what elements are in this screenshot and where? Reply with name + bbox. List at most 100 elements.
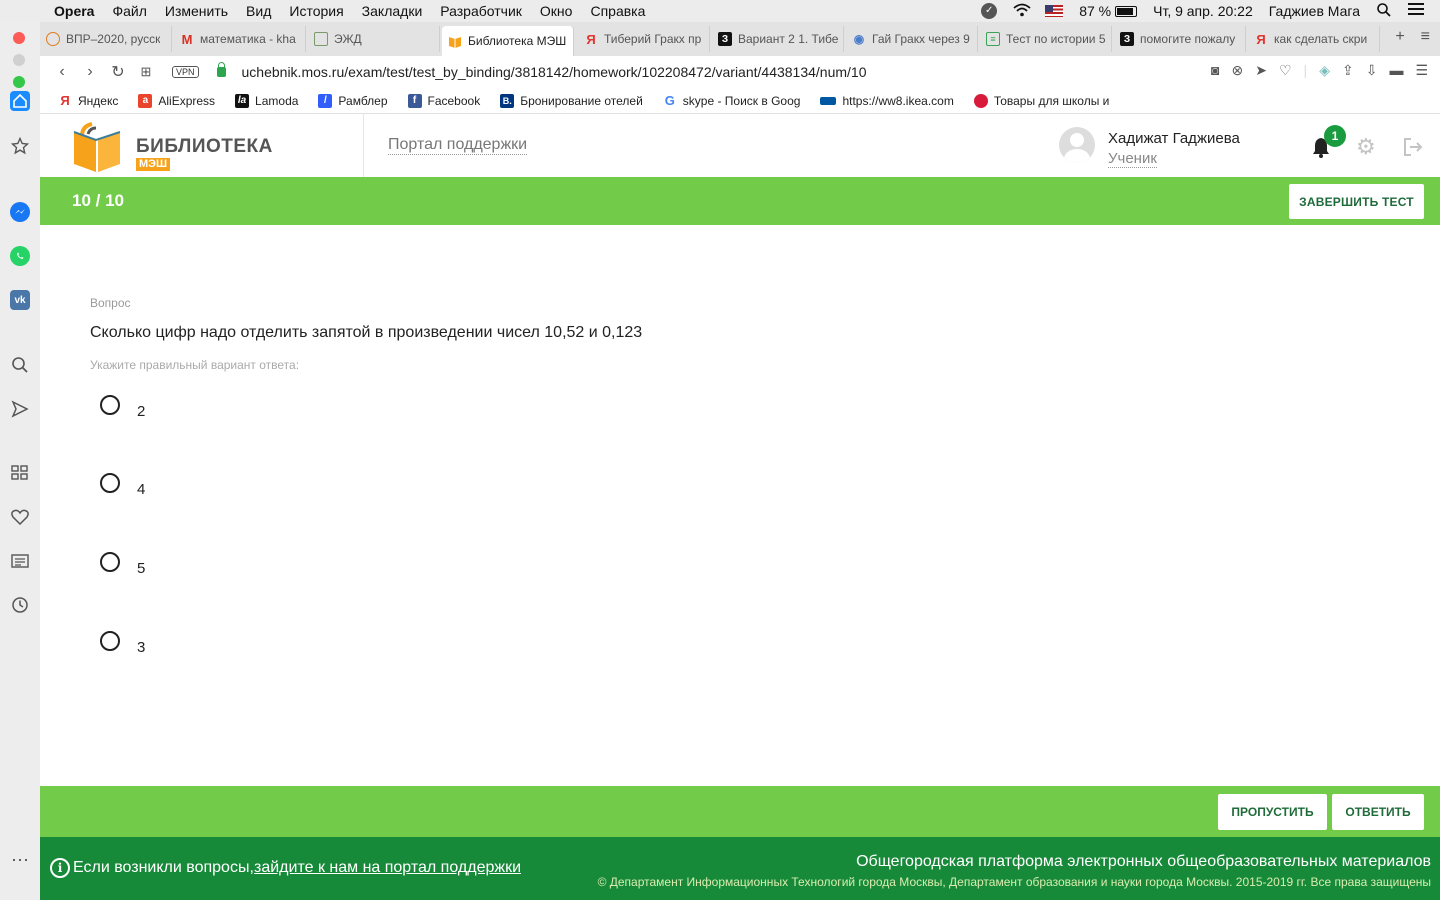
- shield-check-icon[interactable]: ✓: [981, 3, 998, 19]
- tab-history-test[interactable]: ≡ Тест по истории 5: [980, 26, 1112, 52]
- tab-math[interactable]: M математика - kha: [174, 26, 306, 52]
- yandex-icon: Я: [586, 31, 596, 47]
- camera-snapshot-icon[interactable]: ◙: [1211, 62, 1219, 79]
- send-icon[interactable]: [10, 399, 30, 419]
- answer-option-1[interactable]: 2: [100, 395, 500, 435]
- tab-library-mesh[interactable]: Библиотека МЭШ: [442, 26, 574, 56]
- clock[interactable]: Чт, 9 апр. 20:22: [1153, 3, 1253, 19]
- bookmark-school-goods[interactable]: Товары для школы и: [973, 93, 1109, 108]
- library-logo[interactable]: БИБЛИОТЕКА МЭШ: [72, 120, 272, 176]
- bookmark-label: Lamoda: [255, 93, 299, 108]
- tab-vpr[interactable]: ВПР–2020, русск: [40, 26, 172, 52]
- aliexpress-icon: a: [138, 93, 153, 108]
- search-icon[interactable]: [10, 355, 30, 375]
- window-close-button[interactable]: [13, 32, 25, 44]
- book-icon: [448, 34, 462, 48]
- tab-label: Гай Гракх через 9: [872, 32, 970, 46]
- battery-saver-icon[interactable]: ▬: [1389, 62, 1403, 79]
- radio-button[interactable]: [100, 552, 120, 572]
- radio-button[interactable]: [100, 473, 120, 493]
- gear-icon[interactable]: ⚙: [1356, 136, 1376, 158]
- wifi-icon[interactable]: [1013, 3, 1031, 19]
- menu-view[interactable]: Вид: [246, 3, 271, 19]
- divider: |: [1303, 62, 1308, 78]
- forward-arrow-icon[interactable]: ›: [76, 63, 104, 81]
- tab-screenshot[interactable]: Я как сделать скри: [1248, 26, 1380, 52]
- current-user[interactable]: Гаджиев Мага: [1269, 3, 1360, 19]
- send-to-flow-icon[interactable]: ➤: [1255, 62, 1267, 79]
- answer-option-4[interactable]: 3: [100, 631, 500, 671]
- menu-history[interactable]: История: [289, 3, 343, 19]
- heart-icon[interactable]: [10, 507, 30, 527]
- radio-button[interactable]: [100, 631, 120, 651]
- new-tab-plus-icon[interactable]: +: [1395, 28, 1404, 46]
- menu-developer[interactable]: Разработчик: [440, 3, 522, 19]
- radio-button[interactable]: [100, 395, 120, 415]
- tab-label: Библиотека МЭШ: [468, 34, 567, 48]
- reload-icon[interactable]: ↻: [104, 62, 132, 82]
- more-dots-icon[interactable]: ⋯: [10, 850, 30, 870]
- whatsapp-icon[interactable]: [10, 246, 30, 266]
- history-clock-icon[interactable]: [10, 595, 30, 615]
- battery-icon[interactable]: [1115, 5, 1138, 17]
- tab-label: математика - kha: [200, 32, 296, 46]
- bookmark-heart-icon[interactable]: ♡: [1279, 62, 1292, 79]
- bookmark-lamoda[interactable]: la Lamoda: [235, 93, 299, 108]
- tab-menu-icon[interactable]: ≡: [1421, 28, 1430, 46]
- share-icon[interactable]: ⇪: [1342, 62, 1354, 79]
- answer-button[interactable]: ОТВЕТИТЬ: [1332, 794, 1424, 830]
- answer-option-3[interactable]: 5: [100, 552, 500, 592]
- tab-help-please[interactable]: З помогите пожалу: [1114, 26, 1246, 52]
- sheet-icon: ≡: [986, 32, 1000, 46]
- footer-support-link[interactable]: зайдите к нам на портал поддержки: [254, 859, 521, 877]
- messenger-icon[interactable]: [10, 202, 30, 222]
- download-icon[interactable]: ⇩: [1366, 62, 1378, 79]
- home-icon[interactable]: [10, 91, 30, 111]
- bookmark-booking[interactable]: B. Бронирование отелей: [500, 93, 643, 108]
- user-role[interactable]: Ученик: [1108, 150, 1157, 168]
- url-field[interactable]: uchebnik.mos.ru/exam/test/test_by_bindin…: [242, 64, 867, 80]
- tab-variant[interactable]: З Вариант 2 1. Тибе: [712, 26, 844, 52]
- adblock-icon[interactable]: ⊗: [1232, 62, 1244, 79]
- menu-app-opera[interactable]: Opera: [54, 3, 94, 19]
- menu-bookmarks[interactable]: Закладки: [362, 3, 423, 19]
- window-zoom-button[interactable]: [13, 76, 25, 88]
- logout-icon[interactable]: [1402, 136, 1424, 158]
- tab-ezhd[interactable]: ЭЖД: [308, 26, 440, 52]
- bookmark-yandex[interactable]: Я Яндекс: [58, 93, 118, 108]
- menu-edit[interactable]: Изменить: [165, 3, 228, 19]
- news-icon[interactable]: [10, 551, 30, 571]
- speed-dial-grid-icon[interactable]: ⊞: [132, 64, 160, 80]
- bookmark-label: skype - Поиск в Goog: [682, 93, 801, 108]
- bookmark-ikea[interactable]: https://ww8.ikea.com: [820, 94, 954, 108]
- speed-dial-star-icon[interactable]: [10, 136, 30, 156]
- easy-setup-icon[interactable]: ☰: [1415, 62, 1428, 79]
- menu-window[interactable]: Окно: [540, 3, 573, 19]
- bookmark-rambler[interactable]: / Рамблер: [318, 93, 388, 108]
- tab-label: ЭЖД: [334, 32, 362, 46]
- answer-option-2[interactable]: 4: [100, 473, 500, 513]
- bookmark-google-skype[interactable]: G skype - Поиск в Goog: [663, 93, 801, 108]
- avatar[interactable]: [1059, 127, 1095, 163]
- tab-gai-grakh[interactable]: ◉ Гай Гракх через 9: [846, 26, 978, 52]
- vk-icon[interactable]: vk: [10, 290, 30, 310]
- spotlight-search-icon[interactable]: [1376, 3, 1392, 19]
- finish-test-button[interactable]: ЗАВЕРШИТЬ ТЕСТ: [1289, 184, 1424, 219]
- menu-file[interactable]: Файл: [112, 3, 146, 19]
- vpn-badge[interactable]: VPN: [172, 66, 199, 78]
- bookmark-aliexpress[interactable]: a AliExpress: [138, 93, 215, 108]
- skip-button[interactable]: ПРОПУСТИТЬ: [1218, 794, 1327, 830]
- lock-icon[interactable]: [216, 62, 226, 77]
- tab-tiberius[interactable]: Я Тиберий Гракх пр: [578, 26, 710, 52]
- bookmark-facebook[interactable]: f Facebook: [407, 93, 480, 108]
- window-minimize-button[interactable]: [13, 54, 25, 66]
- us-flag-icon[interactable]: [1045, 5, 1064, 17]
- tabs-grid-icon[interactable]: [10, 463, 30, 483]
- znanija-icon: З: [1120, 32, 1134, 46]
- support-portal-link[interactable]: Портал поддержки: [388, 136, 528, 155]
- notification-center-icon[interactable]: [1408, 3, 1424, 19]
- user-name[interactable]: Хадижат Гаджиева: [1108, 130, 1240, 147]
- cube-extension-icon[interactable]: ◈: [1319, 62, 1330, 79]
- menu-help[interactable]: Справка: [590, 3, 645, 19]
- back-arrow-icon[interactable]: ‹: [48, 63, 76, 81]
